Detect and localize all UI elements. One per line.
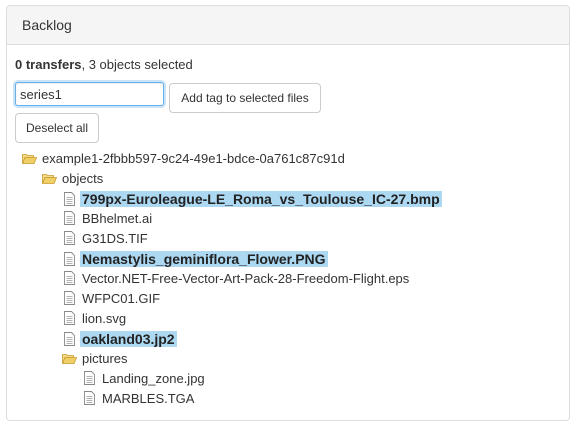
folder-label-objects: objects [62, 171, 104, 186]
file-label: WFPC01.GIF [82, 291, 161, 306]
folder-open-icon [61, 351, 78, 364]
file-icon [64, 231, 75, 245]
tree-folder-pictures[interactable]: pictures [61, 350, 130, 368]
file-label: G31DS.TIF [82, 231, 148, 246]
file-icon [84, 391, 95, 405]
tag-input[interactable] [15, 82, 164, 106]
file-icon [64, 332, 75, 346]
file-label: 799px-Euroleague-LE_Roma_vs_Toulouse_IC-… [80, 191, 442, 207]
file-label: Landing_zone.jpg [102, 371, 205, 386]
add-tag-button[interactable]: Add tag to selected files [169, 83, 321, 113]
file-label: Vector.NET-Free-Vector-Art-Pack-28-Freed… [82, 271, 410, 286]
file-icon [84, 371, 95, 385]
folder-label-root: example1-2fbbb597-9c24-49e1-bdce-0a761c8… [42, 151, 345, 166]
transfer-count: 0 transfers [15, 57, 82, 72]
file-icon [64, 291, 75, 305]
tree-file[interactable]: MARBLES.TGA [84, 390, 196, 408]
deselect-all-button[interactable]: Deselect all [15, 113, 99, 143]
file-label: lion.svg [82, 311, 127, 326]
folder-open-icon [21, 151, 38, 164]
tree-file[interactable]: lion.svg [64, 310, 128, 328]
tree-file[interactable]: 799px-Euroleague-LE_Roma_vs_Toulouse_IC-… [64, 190, 442, 208]
file-label: MARBLES.TGA [102, 391, 195, 406]
tree-file[interactable]: G31DS.TIF [64, 230, 150, 248]
tree-file[interactable]: Vector.NET-Free-Vector-Art-Pack-28-Freed… [64, 270, 411, 288]
file-icon [64, 311, 75, 325]
folder-label-pictures: pictures [82, 351, 128, 366]
panel-title: Backlog [7, 6, 569, 45]
tree-file[interactable]: oakland03.jp2 [64, 330, 177, 348]
folder-open-icon [41, 171, 58, 184]
tree-folder-objects[interactable]: objects [41, 170, 105, 188]
tree-folder-root[interactable]: example1-2fbbb597-9c24-49e1-bdce-0a761c8… [21, 150, 347, 168]
tree-file[interactable]: Nemastylis_geminiflora_Flower.PNG [64, 250, 328, 268]
file-icon [64, 252, 75, 266]
file-icon [64, 192, 75, 206]
selected-count: , 3 objects selected [81, 57, 193, 72]
file-icon [64, 271, 75, 285]
tree-file[interactable]: WFPC01.GIF [64, 290, 162, 308]
file-label: Nemastylis_geminiflora_Flower.PNG [80, 251, 328, 267]
tree-file[interactable]: BBhelmet.ai [64, 210, 154, 228]
file-label: BBhelmet.ai [82, 211, 153, 226]
file-icon [64, 211, 75, 225]
file-label: oakland03.jp2 [80, 331, 177, 347]
transfer-summary: 0 transfers, 3 objects selected [15, 57, 193, 72]
tree-file[interactable]: Landing_zone.jpg [84, 370, 207, 388]
